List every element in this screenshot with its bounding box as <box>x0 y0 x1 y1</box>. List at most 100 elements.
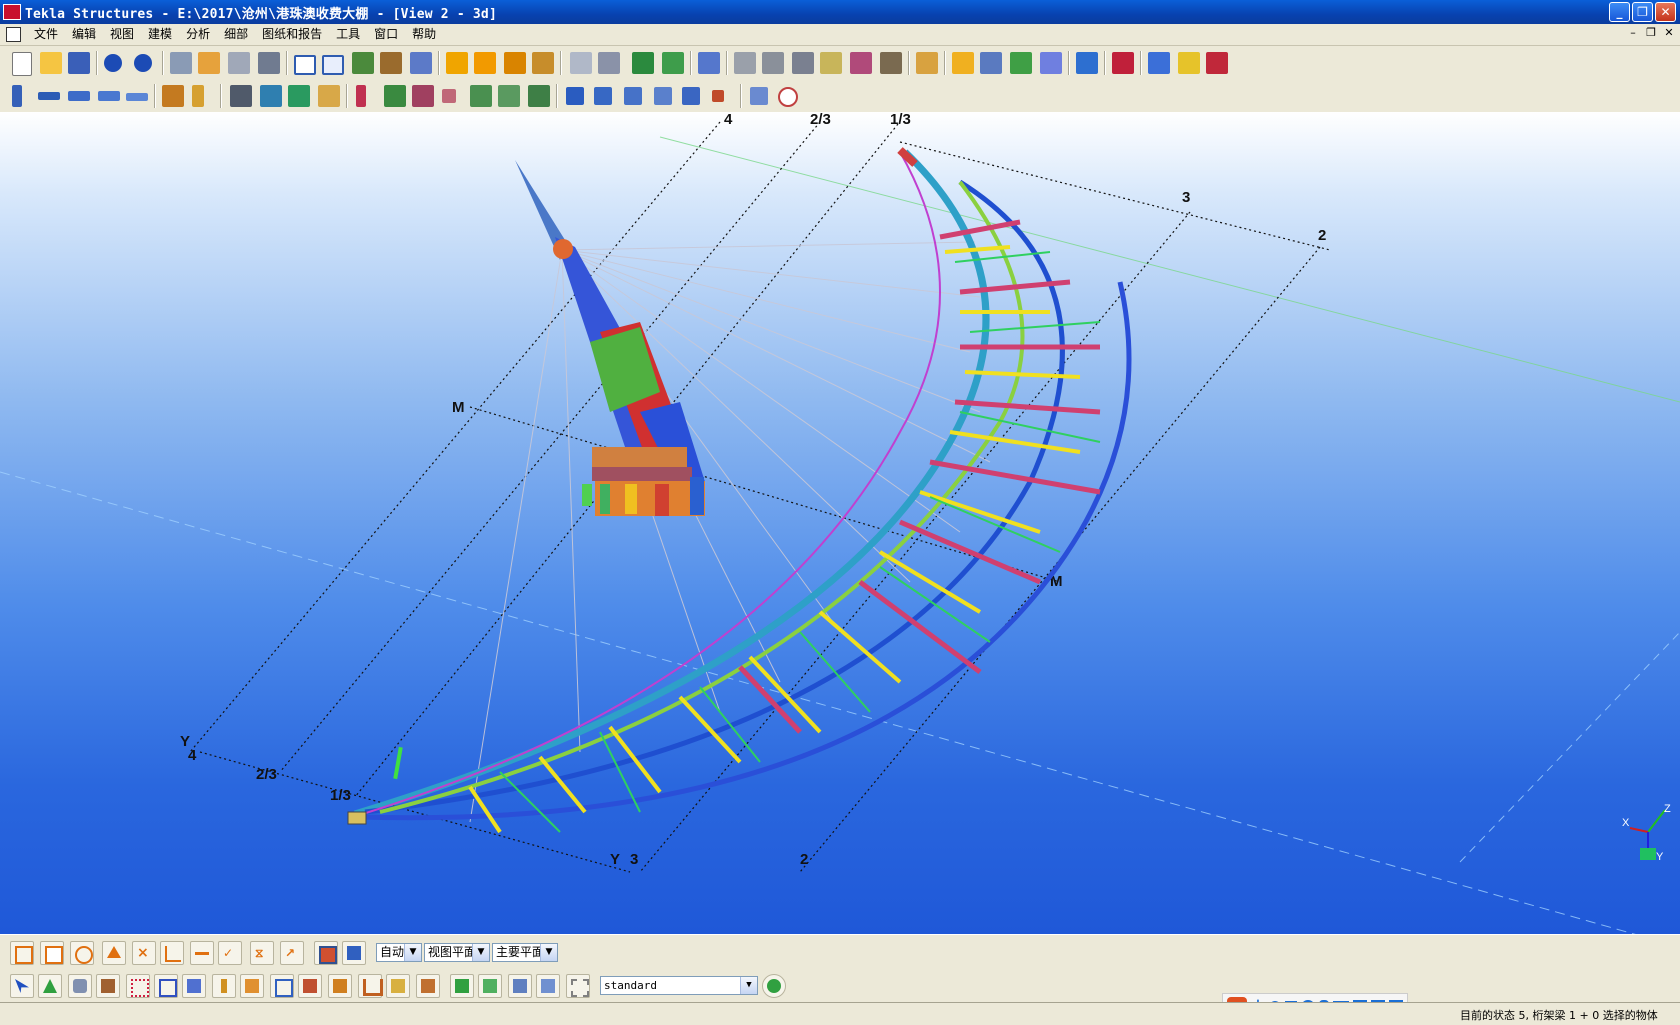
menu-edit[interactable]: 编辑 <box>65 25 103 44</box>
snap-perpendicular-icon[interactable] <box>160 941 184 965</box>
window-icon[interactable] <box>294 55 316 75</box>
construction-line-icon[interactable] <box>624 87 642 105</box>
surface-icon[interactable] <box>498 85 520 107</box>
snap-mode-dropdown[interactable]: 自动 ▼ <box>376 943 422 962</box>
close-button[interactable]: ✕ <box>1655 2 1676 22</box>
mdi-close-button[interactable]: ✕ <box>1662 26 1676 40</box>
view-properties-icon[interactable] <box>322 55 344 75</box>
document-icon[interactable] <box>6 27 21 42</box>
copy-icon[interactable] <box>170 52 192 74</box>
mdi-minimize-button[interactable]: – <box>1626 26 1640 40</box>
select-gridline-icon[interactable] <box>154 974 178 998</box>
select-weld-icon[interactable] <box>182 974 206 998</box>
select-parts-icon[interactable] <box>38 974 62 998</box>
open-model-icon[interactable] <box>40 52 62 74</box>
create-column-icon[interactable] <box>504 52 526 74</box>
restore-button[interactable]: ❐ <box>1632 2 1653 22</box>
reference-icon[interactable] <box>712 90 724 102</box>
model-view-3d[interactable]: 4 2/3 1/3 3 2 M M Y 4 2/3 1/3 Y 3 2 Z X … <box>0 112 1680 934</box>
strand-icon[interactable] <box>528 85 550 107</box>
column-icon[interactable] <box>12 85 22 107</box>
menu-file[interactable]: 文件 <box>27 25 65 44</box>
minimize-button[interactable]: _ <box>1609 2 1630 22</box>
select-all-icon[interactable] <box>10 974 34 998</box>
measure-angle-icon[interactable] <box>820 52 842 74</box>
grid-line-icon[interactable] <box>594 87 612 105</box>
measure-icon[interactable] <box>792 52 814 74</box>
cut-part-icon[interactable] <box>570 52 592 74</box>
create-plate-icon[interactable] <box>532 52 554 74</box>
component-catalog-icon[interactable] <box>1206 52 1228 74</box>
binoculars-icon[interactable] <box>230 85 252 107</box>
assembly-icon[interactable] <box>952 52 974 74</box>
plane-dropdown[interactable]: 视图平面 ▼ <box>424 943 490 962</box>
snap-nearest-icon[interactable]: ⧖ <box>250 941 274 965</box>
pad-footing-icon[interactable] <box>162 85 184 107</box>
snap-circle-icon[interactable] <box>70 941 94 965</box>
create-part-icon[interactable] <box>446 52 468 74</box>
select-points-icon[interactable] <box>68 974 92 998</box>
rebar-icon[interactable] <box>384 85 406 107</box>
report-icon[interactable] <box>1076 52 1098 74</box>
print-icon[interactable] <box>228 52 250 74</box>
filter-assemblies-icon[interactable] <box>536 974 560 998</box>
menu-detailing[interactable]: 细部 <box>217 25 255 44</box>
strip-footing-icon[interactable] <box>192 85 204 107</box>
filter-icon[interactable] <box>450 974 474 998</box>
snap-free-icon[interactable]: ↗ <box>280 941 304 965</box>
dimension-icon[interactable] <box>734 52 756 74</box>
concrete-slab-icon[interactable] <box>318 85 340 107</box>
list-icon[interactable] <box>352 52 374 74</box>
grid-icon[interactable] <box>566 87 584 105</box>
help-query-icon[interactable] <box>698 52 720 74</box>
polybeam-icon[interactable] <box>68 91 90 101</box>
filter-components-icon[interactable] <box>566 974 590 998</box>
select-plane-icon[interactable] <box>386 974 410 998</box>
menu-drawings-reports[interactable]: 图纸和报告 <box>255 25 329 44</box>
mirror-icon[interactable] <box>258 52 280 74</box>
inquire-icon[interactable] <box>916 52 938 74</box>
snap-line-extension-icon[interactable] <box>190 941 214 965</box>
snap-midpoint-icon[interactable] <box>102 941 126 965</box>
more-icon[interactable] <box>1148 52 1170 74</box>
panel-icon[interactable] <box>356 85 366 107</box>
snap-override-icon[interactable] <box>314 941 338 965</box>
undo-icon[interactable] <box>104 54 122 72</box>
arc-icon[interactable] <box>850 52 872 74</box>
snap-any-position-icon[interactable]: ✓ <box>218 941 242 965</box>
beam-icon[interactable] <box>38 92 60 100</box>
menu-modeling[interactable]: 建模 <box>141 25 179 44</box>
pour-icon[interactable] <box>470 85 492 107</box>
mdi-restore-button[interactable]: ❐ <box>1644 26 1658 40</box>
select-assembly-icon[interactable] <box>358 974 383 998</box>
filter-parts-icon[interactable] <box>478 974 502 998</box>
cut-icon[interactable] <box>380 52 402 74</box>
filter-objects-icon[interactable] <box>508 974 532 998</box>
bolt-measure-icon[interactable] <box>880 52 902 74</box>
create-drawing-icon[interactable] <box>1010 52 1032 74</box>
concrete-beam-icon[interactable] <box>288 85 310 107</box>
select-surface-icon[interactable] <box>96 974 120 998</box>
select-tools-icon[interactable] <box>416 974 440 998</box>
menu-analysis[interactable]: 分析 <box>179 25 217 44</box>
select-component-icon[interactable] <box>328 974 352 998</box>
curved-beam-icon[interactable] <box>98 91 120 101</box>
select-bolts-icon[interactable] <box>270 974 294 998</box>
menu-help[interactable]: 帮助 <box>405 25 443 44</box>
new-model-icon[interactable] <box>12 52 32 76</box>
menu-window[interactable]: 窗口 <box>367 25 405 44</box>
move-icon[interactable] <box>198 52 220 74</box>
select-cut-icon[interactable] <box>212 974 236 998</box>
numbering-icon[interactable] <box>980 52 1002 74</box>
select-icon[interactable] <box>410 52 432 74</box>
select-reinforcement-icon[interactable] <box>298 974 322 998</box>
point-icon[interactable] <box>682 87 700 105</box>
main-plane-dropdown[interactable]: 主要平面 ▼ <box>492 943 558 962</box>
bolt-icon[interactable] <box>662 52 684 74</box>
line-icon[interactable] <box>750 87 768 105</box>
rebar-group-icon[interactable] <box>412 85 434 107</box>
snap-geometry-icon[interactable] <box>40 941 64 965</box>
mesh-icon[interactable] <box>442 89 456 103</box>
construction-plane-icon[interactable] <box>654 87 672 105</box>
tekla-app-icon[interactable] <box>3 4 21 20</box>
